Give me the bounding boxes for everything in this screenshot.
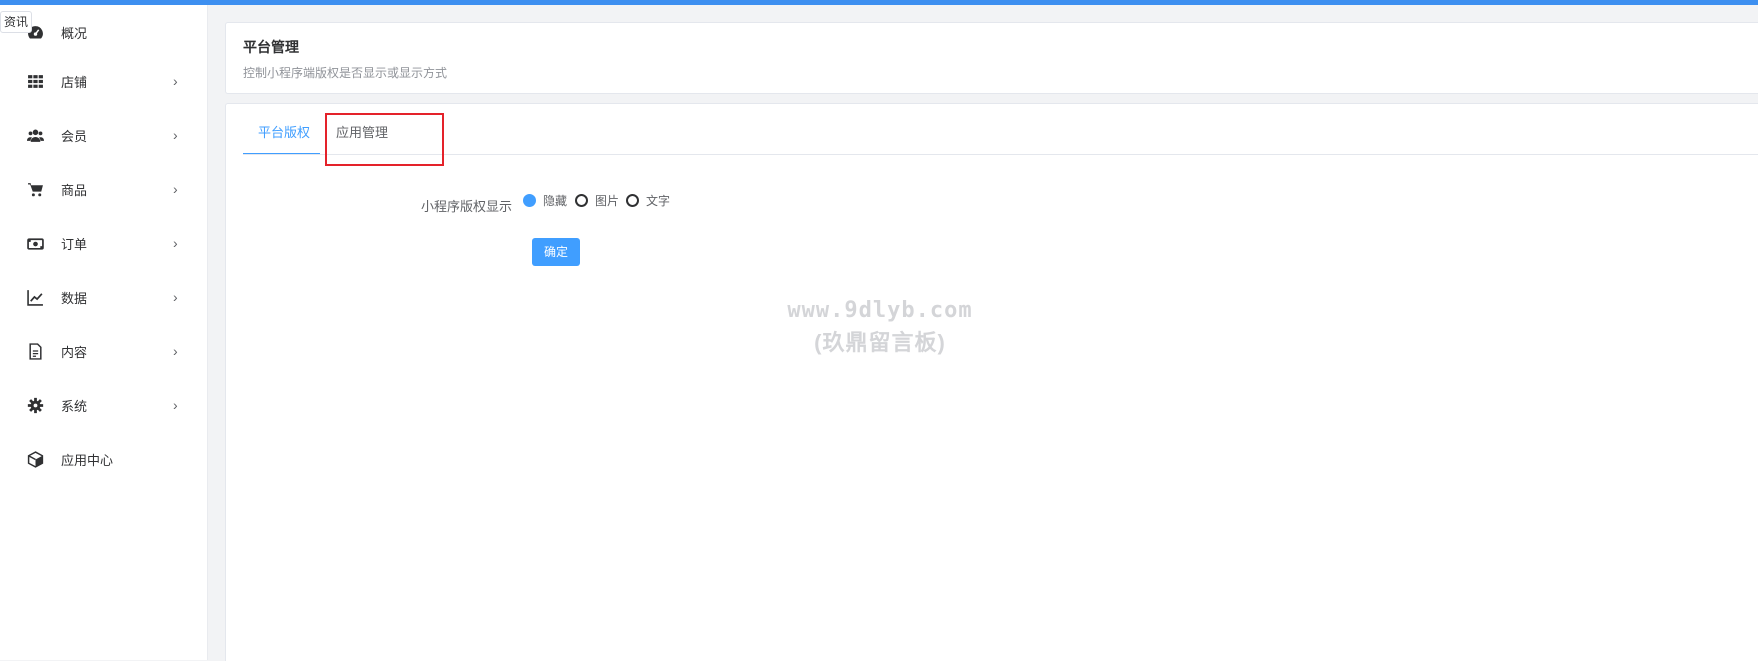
chevron-right-icon: › xyxy=(173,289,178,305)
sidebar-item-label: 应用中心 xyxy=(61,452,114,468)
chevron-right-icon: › xyxy=(173,343,178,359)
watermark-caption: (玖鼎留言板) xyxy=(814,330,946,355)
confirm-button[interactable]: 确定 xyxy=(532,238,580,266)
gear-icon xyxy=(26,396,44,414)
sidebar-item-label: 概况 xyxy=(61,25,88,41)
watermark: www.9dlyb.com (玖鼎留言板) xyxy=(760,298,1000,357)
radio-checked-icon xyxy=(523,194,536,207)
sidebar-item-store[interactable]: 店铺 › xyxy=(0,61,207,101)
sidebar-item-members[interactable]: 会员 › xyxy=(0,115,207,155)
page-title: 平台管理 xyxy=(243,39,299,55)
watermark-url: www.9dlyb.com xyxy=(787,298,973,323)
cube-icon xyxy=(26,450,44,468)
page-description: 控制小程序端版权是否显示或显示方式 xyxy=(243,66,448,80)
page-header: 平台管理 控制小程序端版权是否显示或显示方式 xyxy=(225,22,1758,94)
sidebar-item-data[interactable]: 数据 › xyxy=(0,277,207,317)
tab-platform-copyright[interactable]: 平台版权 xyxy=(258,104,310,154)
sidebar-item-app-center[interactable]: 应用中心 xyxy=(0,439,207,479)
chart-line-icon xyxy=(26,288,44,306)
money-icon xyxy=(26,234,44,252)
top-accent-bar xyxy=(0,0,1758,5)
radio-label: 文字 xyxy=(646,194,671,208)
chevron-right-icon: › xyxy=(173,397,178,413)
radio-label: 图片 xyxy=(595,194,620,208)
sidebar-item-orders[interactable]: 订单 › xyxy=(0,223,207,263)
radio-label: 隐藏 xyxy=(543,194,568,208)
chevron-right-icon: › xyxy=(173,235,178,251)
users-icon xyxy=(26,126,44,144)
chevron-right-icon: › xyxy=(173,73,178,89)
cart-icon xyxy=(26,180,44,198)
radio-unchecked-icon xyxy=(626,194,639,207)
sidebar-item-system[interactable]: 系统 › xyxy=(0,385,207,425)
sidebar-item-products[interactable]: 商品 › xyxy=(0,169,207,209)
news-tag[interactable]: 资讯 xyxy=(0,11,33,33)
document-icon xyxy=(26,342,44,360)
sidebar-item-label: 数据 xyxy=(61,290,88,306)
sidebar-item-label: 订单 xyxy=(61,236,88,252)
radio-text[interactable]: 文字 xyxy=(626,192,670,209)
sidebar-item-content[interactable]: 内容 › xyxy=(0,331,207,371)
sidebar-item-label: 系统 xyxy=(61,398,88,414)
grid-icon xyxy=(26,72,44,90)
radio-image[interactable]: 图片 xyxy=(575,192,619,209)
annotation-highlight-box xyxy=(325,113,444,166)
radio-hide[interactable]: 隐藏 xyxy=(523,192,567,209)
sidebar-item-label: 内容 xyxy=(61,344,88,360)
tabs-divider xyxy=(243,154,1758,155)
chevron-right-icon: › xyxy=(173,181,178,197)
chevron-right-icon: › xyxy=(173,127,178,143)
sidebar-item-label: 会员 xyxy=(61,128,88,144)
radio-unchecked-icon xyxy=(575,194,588,207)
copyright-display-label: 小程序版权显示 xyxy=(421,199,513,214)
sidebar-item-label: 商品 xyxy=(61,182,88,198)
sidebar: 概况 店铺 › 会员 › 商品 › 订单 › 数据 › 内容 › 系统 › 应用… xyxy=(0,5,208,660)
sidebar-item-label: 店铺 xyxy=(61,74,88,90)
main-panel: 平台版权 应用管理 xyxy=(225,103,1758,661)
